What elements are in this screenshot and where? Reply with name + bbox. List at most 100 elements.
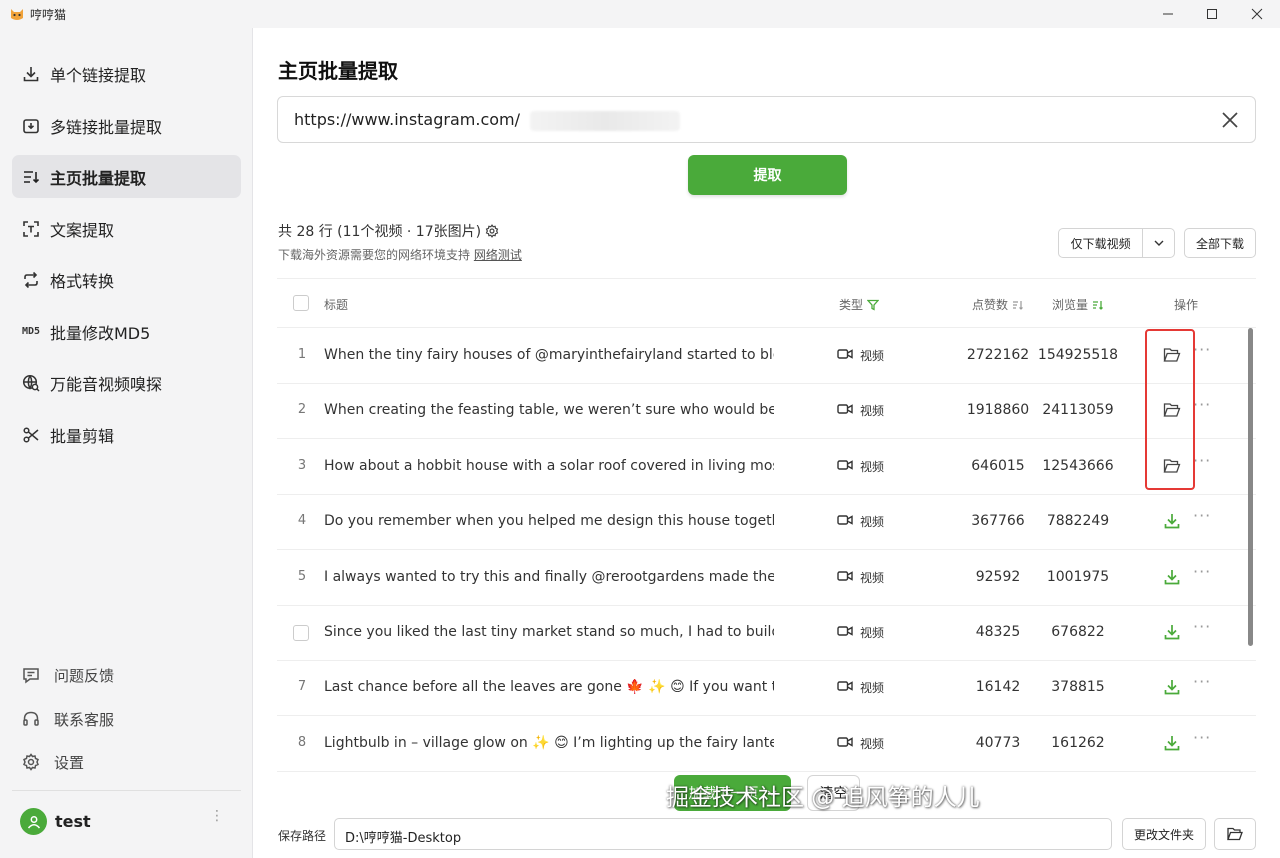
download-all-button[interactable]: 全部下载 [1184,228,1256,258]
sidebar-item-text-extract[interactable]: 文案提取 [12,207,241,250]
sidebar-item-settings[interactable]: 设置 [22,750,84,774]
video-icon [837,459,853,474]
filter-icon[interactable] [867,299,880,311]
table-row[interactable]: 1 When the tiny fairy houses of @maryinth… [277,329,1256,384]
download-icon[interactable] [1161,676,1183,698]
close-icon [1222,112,1238,128]
sidebar-item-label: 单个链接提取 [50,65,147,85]
row-title: How about a hobbit house with a solar ro… [324,457,774,474]
sidebar-divider [12,790,241,791]
batch-download-icon [21,116,41,136]
save-path-input[interactable]: D:\哼哼猫-Desktop [334,818,1112,850]
user-icon [27,815,40,829]
more-options-icon[interactable]: ··· [1193,340,1211,359]
download-icon[interactable] [1161,510,1183,532]
row-type-label: 视频 [860,626,885,640]
table-row[interactable]: Since you liked the last tiny market sta… [277,606,1256,661]
sidebar-item-batch-edit[interactable]: 批量剪辑 [12,413,241,456]
watermark: 掘金技术社区 @ 追风筝的人儿 [666,785,980,811]
column-title: 标题 [324,298,349,312]
select-all-checkbox[interactable] [293,295,309,311]
column-views[interactable]: 浏览量 [1052,296,1104,313]
row-views: 676822 [1051,624,1105,640]
table-row[interactable]: 7 Last chance before all the leaves are g… [277,661,1256,717]
network-test-link[interactable]: 网络测试 [474,248,522,262]
maximize-icon [1207,9,1217,19]
gear-icon[interactable] [485,224,499,238]
table-row[interactable]: 8 Lightbulb in – village glow on ✨ 😊 I’m … [277,717,1256,772]
headset-icon [23,711,39,726]
download-icon[interactable] [1161,621,1183,643]
sort-desc-icon[interactable] [1092,299,1104,311]
main-content: 主页批量提取 https://www.instagram.com/ 提取 共 2… [254,28,1280,858]
sidebar-item-batch-md5[interactable]: MD5 批量修改MD5 [12,310,241,353]
change-folder-button[interactable]: 更改文件夹 [1122,818,1206,850]
row-checkbox[interactable] [293,625,309,641]
row-likes: 367766 [971,513,1025,530]
table-scrollbar[interactable] [1248,328,1253,646]
row-views: 12543666 [1042,457,1114,474]
sidebar-item-label: 多链接批量提取 [50,117,163,137]
sidebar-item-homepage-batch[interactable]: 主页批量提取 [12,155,241,198]
sidebar-item-single-link[interactable]: 单个链接提取 [12,52,241,95]
sidebar-item-label: 问题反馈 [54,666,115,685]
maximize-button[interactable] [1189,0,1235,28]
table-row[interactable]: 2 When creating the feasting table, we we… [277,384,1256,440]
row-title: Last chance before all the leaves are go… [324,679,774,696]
list-sort-icon [21,167,41,187]
more-options-icon[interactable]: ··· [1193,672,1211,691]
column-action: 操作 [1174,298,1199,312]
user-menu-icon[interactable]: ⋮ [210,808,224,832]
minimize-button[interactable] [1145,0,1191,28]
download-video-only-button[interactable]: 仅下载视频 [1058,228,1175,258]
avatar[interactable] [20,808,47,835]
column-type[interactable]: 类型 [839,296,880,313]
sidebar-item-format-convert[interactable]: 格式转换 [12,258,241,301]
table-row[interactable]: 4 Do you remember when you helped me desi… [277,495,1256,551]
more-options-icon[interactable]: ··· [1193,506,1211,525]
sidebar-item-feedback[interactable]: 问题反馈 [22,663,114,687]
more-options-icon[interactable]: ··· [1193,451,1211,470]
summary-text: 共 28 行 (11个视频 · 17张图片) [278,224,482,240]
row-index: 7 [297,679,307,695]
close-window-button[interactable] [1234,0,1280,28]
sidebar-item-multi-link[interactable]: 多链接批量提取 [12,104,241,147]
column-likes-label: 点赞数 [972,298,1009,312]
chevron-down-icon[interactable] [1143,229,1174,257]
open-folder-button[interactable] [1214,818,1256,850]
url-input[interactable]: https://www.instagram.com/ [277,96,1256,143]
extract-button[interactable]: 提取 [688,155,847,195]
row-type: 视频 [837,513,884,530]
more-options-icon[interactable]: ··· [1193,562,1211,581]
row-index: 4 [297,513,307,529]
row-views: 1001975 [1046,568,1110,585]
more-options-icon[interactable]: ··· [1193,617,1211,636]
save-path-label: 保存路径 [278,829,327,843]
video-icon [837,348,853,363]
text-scan-icon [21,219,41,239]
column-type-label: 类型 [839,298,864,312]
sidebar-item-media-sniffer[interactable]: 万能音视频嗅探 [12,361,241,404]
sidebar-item-label: 联系客服 [54,710,115,729]
download-icon[interactable] [1161,566,1183,588]
sidebar-item-support[interactable]: 联系客服 [22,707,114,731]
download-video-only-label[interactable]: 仅下载视频 [1059,229,1144,257]
table-row[interactable]: 5 I always wanted to try this and finally… [277,551,1256,606]
more-options-icon[interactable]: ··· [1193,395,1211,414]
table-row[interactable]: 3 How about a hobbit house with a solar r… [277,440,1256,495]
download-icon[interactable] [1161,732,1183,754]
clear-input-button[interactable] [1217,107,1243,133]
sort-icon[interactable] [1012,299,1024,311]
more-options-icon[interactable]: ··· [1193,728,1211,747]
md5-icon: MD5 [21,322,41,342]
column-likes[interactable]: 点赞数 [972,296,1024,313]
row-type: 视频 [837,458,884,475]
row-type-label: 视频 [860,459,885,474]
sidebar-item-label: 万能音视频嗅探 [50,374,163,394]
highlight-annotation [1145,329,1195,490]
row-likes: 1918860 [966,402,1030,419]
row-type-label: 视频 [860,349,885,363]
network-note: 下载海外资源需要您的网络环境支持 网络测试 [278,246,522,263]
md5-icon-text: MD5 [21,326,41,337]
sidebar-item-label: 设置 [54,753,85,772]
